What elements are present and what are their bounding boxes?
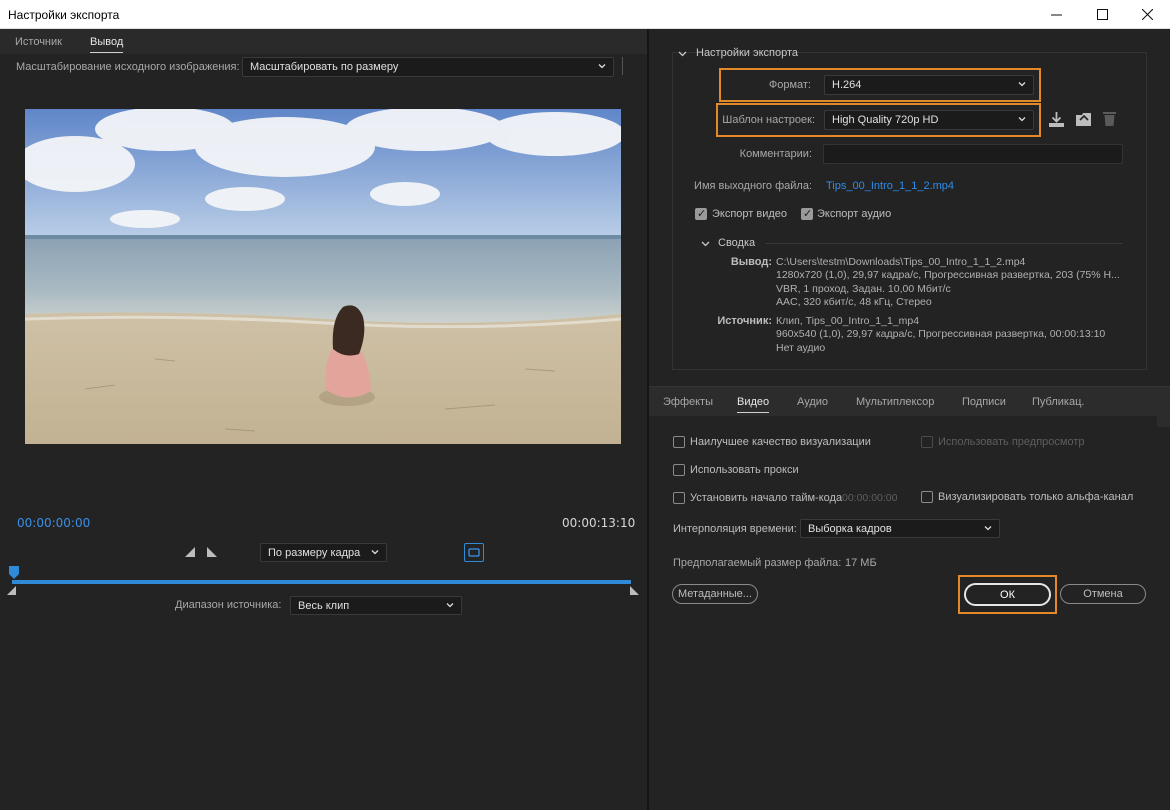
close-icon <box>1141 9 1153 20</box>
video-preview <box>25 109 621 444</box>
summary-output-line: VBR, 1 проход, Задан. 10,00 Мбит/с <box>776 282 951 295</box>
summary-output-line: C:\Users\testm\Downloads\Tips_00_Intro_1… <box>776 256 1026 268</box>
tab-publish[interactable]: Публикац. <box>1032 396 1084 408</box>
cancel-button[interactable]: Отмена <box>1060 584 1146 604</box>
use-proxies-label: Использовать прокси <box>690 464 799 476</box>
output-name-label: Имя выходного файла: <box>694 180 812 192</box>
start-timecode-checkbox[interactable] <box>673 492 685 504</box>
aspect-ratio-icon <box>468 548 480 557</box>
tab-source[interactable]: Источник <box>15 36 62 48</box>
metadata-button[interactable]: Метаданные... <box>672 584 758 604</box>
aspect-toggle-button[interactable] <box>464 543 484 562</box>
title-bar: Настройки экспорта <box>0 0 1170 29</box>
chevron-down-icon <box>1018 117 1026 122</box>
fit-value: По размеру кадра <box>268 546 361 559</box>
fit-dropdown[interactable]: По размеру кадра <box>260 543 387 562</box>
start-timecode-value: 00:00:00:00 <box>842 492 898 504</box>
use-previews-checkbox <box>921 436 933 448</box>
import-preset-icon[interactable] <box>1075 110 1092 128</box>
summary-source-label: Источник: <box>717 315 772 327</box>
preview-image <box>25 109 621 444</box>
ok-button[interactable]: ОК <box>964 583 1051 606</box>
chevron-down-icon <box>371 549 379 554</box>
time-interp-dropdown[interactable]: Выборка кадров <box>800 519 1000 538</box>
tabs-scroll <box>1157 413 1170 427</box>
max-quality-checkbox[interactable] <box>673 436 685 448</box>
summary-output-label: Вывод: <box>730 256 772 268</box>
summary-chevron-icon[interactable] <box>701 239 710 248</box>
summary-source-line: 960x540 (1,0), 29,97 кадра/с, Прогрессив… <box>776 328 1106 341</box>
summary-title: Сводка <box>718 237 756 249</box>
delete-preset-icon[interactable] <box>1102 110 1117 127</box>
comments-input[interactable] <box>823 144 1123 164</box>
summary-output-line: 1280x720 (1,0), 29,97 кадра/с, Прогресси… <box>776 269 1120 282</box>
summary-divider <box>765 243 1123 244</box>
alpha-only-checkbox[interactable] <box>921 491 933 503</box>
scaling-dropdown[interactable]: Масштабировать по размеру <box>242 57 614 77</box>
chevron-down-icon <box>446 602 454 607</box>
scaling-value: Масштабировать по размеру <box>250 61 399 73</box>
time-interp-label: Интерполяция времени: <box>673 523 797 535</box>
close-button[interactable] <box>1124 0 1170 29</box>
export-audio-checkbox[interactable] <box>801 207 813 220</box>
maximize-button[interactable] <box>1079 0 1125 29</box>
file-size-label: Предполагаемый размер файла: <box>673 557 842 569</box>
export-video-checkbox[interactable] <box>695 207 707 220</box>
format-label: Формат: <box>768 79 811 91</box>
collapse-chevron-icon[interactable] <box>678 49 687 58</box>
mark-in-icon[interactable] <box>185 547 195 557</box>
save-preset-icon[interactable] <box>1048 111 1065 128</box>
playhead-icon[interactable] <box>9 566 19 580</box>
minimize-button[interactable] <box>1033 0 1079 29</box>
summary-source-line: Клип, Tips_00_Intro_1_1_mp4 <box>776 315 920 327</box>
tab-video[interactable]: Видео <box>737 396 770 413</box>
preset-dropdown[interactable]: High Quality 720p HD <box>824 110 1034 130</box>
start-timecode-label: Установить начало тайм-кода <box>690 492 843 504</box>
tab-output[interactable]: Вывод <box>90 36 124 53</box>
use-previews-label: Использовать предпросмотр <box>938 436 1085 448</box>
export-video-label: Экспорт видео <box>712 208 788 220</box>
in-point-icon[interactable] <box>7 586 16 595</box>
source-range-dropdown[interactable]: Весь клип <box>290 596 462 615</box>
export-audio-label: Экспорт аудио <box>817 208 892 220</box>
tab-captions[interactable]: Подписи <box>962 396 1006 408</box>
divider <box>622 57 623 75</box>
summary-output-lines: C:\Users\testm\Downloads\Tips_00_Intro_1… <box>776 256 1136 310</box>
summary-source-line: Нет аудио <box>776 341 826 354</box>
file-size-value: 17 МБ <box>845 557 877 569</box>
timeline-track[interactable] <box>12 580 631 584</box>
comments-label: Комментарии: <box>739 148 812 160</box>
summary-source-lines: Клип, Tips_00_Intro_1_1_mp4 960x540 (1,0… <box>776 315 1136 355</box>
preset-label: Шаблон настроек: <box>722 114 815 126</box>
out-point-icon[interactable] <box>630 586 639 595</box>
format-value: H.264 <box>832 79 862 91</box>
start-timecode[interactable]: 00:00:00:00 <box>17 516 90 530</box>
section-title: Настройки экспорта <box>696 47 799 59</box>
settings-tabs: Эффекты Видео Аудио Мультиплексор Подпис… <box>649 386 1170 416</box>
max-quality-label: Наилучшее качество визуализации <box>690 436 871 448</box>
scaling-label: Масштабирование исходного изображения: <box>16 61 240 73</box>
maximize-icon <box>1096 9 1108 20</box>
tab-audio[interactable]: Аудио <box>797 396 828 408</box>
summary-output-line: AAC, 320 кбит/с, 48 кГц, Стерео <box>776 296 932 309</box>
tab-effects[interactable]: Эффекты <box>663 396 713 408</box>
chevron-down-icon <box>1018 82 1026 87</box>
alpha-only-label: Визуализировать только альфа-канал <box>938 491 1134 503</box>
mark-out-icon[interactable] <box>207 547 217 557</box>
output-name-link[interactable]: Tips_00_Intro_1_1_2.mp4 <box>826 180 954 192</box>
window-title: Настройки экспорта <box>8 8 120 22</box>
preset-value: High Quality 720p HD <box>832 114 939 126</box>
format-dropdown[interactable]: H.264 <box>824 75 1034 95</box>
minimize-icon <box>1050 14 1062 16</box>
end-timecode: 00:00:13:10 <box>562 516 636 530</box>
chevron-down-icon <box>598 64 606 69</box>
use-proxies-checkbox[interactable] <box>673 464 685 476</box>
source-range-label: Диапазон источника: <box>175 599 282 611</box>
chevron-down-icon <box>984 525 992 530</box>
tab-multiplexer[interactable]: Мультиплексор <box>856 396 934 408</box>
source-range-value: Весь клип <box>298 599 350 612</box>
time-interp-value: Выборка кадров <box>808 522 892 535</box>
left-tabs: Источник Вывод <box>0 29 647 54</box>
